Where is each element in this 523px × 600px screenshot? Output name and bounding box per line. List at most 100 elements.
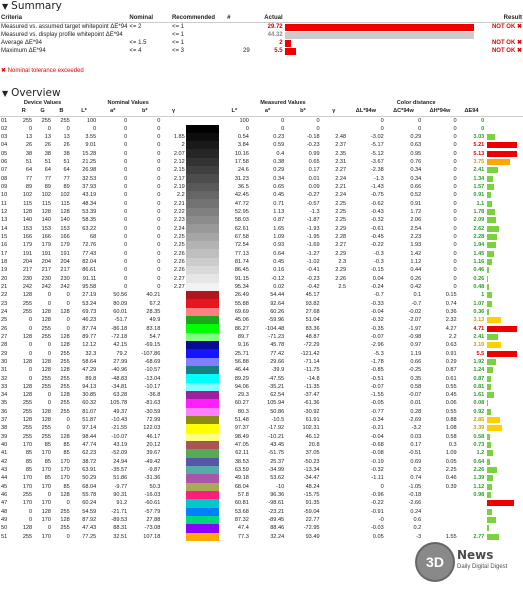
cell-dE: 1.94 bbox=[473, 242, 485, 249]
cell-mL: 86.45 bbox=[234, 267, 249, 274]
cell-mb: 83.36 bbox=[305, 325, 320, 332]
delta-bar-cell bbox=[485, 483, 523, 491]
cell-n: 18 bbox=[1, 258, 8, 265]
cell-dL: -0.51 bbox=[370, 375, 384, 382]
delta-bar bbox=[487, 517, 497, 524]
table-row: 33 128 255 255 94.13 -34.81 -10.17 94.06 -35.21 -… bbox=[0, 382, 523, 391]
cell-b: 115 bbox=[60, 200, 70, 207]
cell-dH: 0 bbox=[453, 133, 457, 140]
cell-dL: -5.17 bbox=[370, 142, 384, 149]
summary-nominal: <= 1.5 bbox=[129, 40, 147, 46]
cell-L: 15.28 bbox=[82, 150, 97, 157]
cell-mL: 45.06 bbox=[234, 317, 249, 324]
cell-dL: -0.21 bbox=[370, 425, 384, 432]
cell-dL: -0.22 bbox=[370, 500, 384, 507]
delta-bar-cell bbox=[485, 166, 523, 174]
cell-mL: 26.49 bbox=[234, 292, 249, 299]
cell-b: 128 bbox=[60, 433, 70, 440]
cell-gam bbox=[161, 483, 185, 491]
delta-bar bbox=[487, 200, 492, 207]
color-swatch bbox=[185, 149, 219, 158]
cell-a: 0 bbox=[124, 267, 128, 274]
delta-bar bbox=[487, 417, 500, 424]
color-swatch bbox=[185, 399, 219, 408]
summary-criteria: Maximum ΔE*94 bbox=[1, 48, 46, 54]
delta-bar-cell bbox=[485, 466, 523, 474]
column-header: L* bbox=[218, 107, 250, 117]
cell-bb: 50.3 bbox=[149, 483, 161, 490]
color-swatch bbox=[185, 232, 219, 242]
cell-gam bbox=[161, 391, 185, 399]
cell-mg bbox=[321, 116, 348, 125]
summary-recommended: <= 3 bbox=[171, 48, 184, 54]
cell-n: 07 bbox=[1, 167, 8, 174]
cell-dC: 0.2 bbox=[413, 525, 422, 532]
cell-n: 12 bbox=[1, 208, 8, 215]
cell-b: 255 bbox=[60, 375, 70, 382]
cell-mL: 63.59 bbox=[234, 467, 249, 474]
table-row: 36 255 128 255 81.07 49.37 -30.59 80.3 50.86 -30.… bbox=[0, 407, 523, 416]
color-swatch bbox=[185, 207, 219, 217]
cell-gam: 2.26 bbox=[173, 258, 185, 265]
cell-dL: -0.34 bbox=[370, 417, 384, 424]
cell-mg: 2.29 bbox=[335, 250, 347, 257]
cell-a: -40.96 bbox=[111, 367, 128, 374]
delta-bar-cell bbox=[485, 449, 523, 457]
collapse-triangle-icon[interactable]: ▼ bbox=[2, 89, 8, 98]
cell-a: 0 bbox=[124, 158, 128, 165]
cell-dL: -0.32 bbox=[370, 317, 384, 324]
color-swatch bbox=[185, 366, 219, 375]
cell-mg bbox=[321, 291, 348, 299]
column-header: ΔL*94w bbox=[347, 107, 385, 117]
cell-a: 90.31 bbox=[113, 492, 128, 499]
cell-mg bbox=[321, 125, 348, 133]
cell-dH: 0 bbox=[453, 242, 457, 249]
cell-ma: 0.93 bbox=[273, 242, 285, 249]
cell-L: 87.92 bbox=[82, 517, 97, 524]
cell-ma: 88.46 bbox=[270, 525, 285, 532]
cell-ma: 0 bbox=[281, 117, 285, 124]
cell-b: 51 bbox=[63, 158, 70, 165]
cell-g: 0 bbox=[47, 125, 51, 132]
collapse-triangle-icon[interactable]: ▼ bbox=[2, 2, 8, 11]
cell-g: 38 bbox=[44, 150, 51, 157]
cell-dE: 1.1 bbox=[476, 200, 485, 207]
delta-bar bbox=[487, 458, 491, 465]
group-header-measured: Measured Values bbox=[260, 100, 306, 106]
cell-mg bbox=[321, 374, 348, 382]
delta-bar bbox=[487, 258, 493, 265]
summary-heading[interactable]: ▼ Summary bbox=[2, 0, 62, 12]
cell-L: 81.07 bbox=[82, 408, 97, 415]
cell-dH: 0 bbox=[453, 150, 457, 157]
cell-a: -9.77 bbox=[114, 483, 128, 490]
delta-bar bbox=[487, 142, 518, 149]
cell-dE: 2.62 bbox=[473, 225, 485, 232]
summary-header-criteria: Criteria bbox=[0, 14, 129, 23]
overview-column-header-row: R G B L* a* b* γ L* a* b* γ ΔL*94w ΔC*94w ΔH*94w ΔE94 bbox=[0, 107, 523, 117]
delta-bar bbox=[487, 233, 498, 240]
table-row: 50 128 0 255 47.43 88.31 -73.08 47.4 88.46 -72.95… bbox=[0, 524, 523, 533]
overview-heading[interactable]: ▼ Overview bbox=[2, 87, 61, 99]
cell-dC: 2.23 bbox=[410, 233, 422, 240]
cell-r: 140 bbox=[22, 217, 33, 224]
cell-mb: 27.68 bbox=[305, 308, 320, 315]
cell-b: 255 bbox=[60, 383, 70, 390]
cell-L: 43.19 bbox=[82, 192, 97, 199]
table-row: 45 170 170 85 68.04 -9.77 50.3 68.04 -10 48.24 0 -1… bbox=[0, 482, 523, 491]
cell-a: 0 bbox=[124, 242, 128, 249]
delta-bar-cell bbox=[485, 125, 523, 133]
delta-bar-cell bbox=[485, 516, 523, 524]
cell-dH: 0.74 bbox=[445, 300, 457, 307]
cell-mb: 51.04 bbox=[305, 317, 320, 324]
cell-dC: 0 bbox=[418, 117, 422, 124]
cell-dC: -3.2 bbox=[411, 425, 422, 432]
column-header: b* bbox=[128, 107, 162, 117]
cell-g: 255 bbox=[41, 383, 51, 390]
cell-a: 0 bbox=[124, 258, 128, 265]
cell-mg bbox=[321, 366, 348, 374]
color-swatch bbox=[185, 532, 219, 541]
cell-mg bbox=[321, 324, 348, 332]
cell-L: 26.98 bbox=[82, 167, 97, 174]
delta-bar-cell bbox=[485, 441, 523, 449]
cell-dC: 0.76 bbox=[410, 158, 422, 165]
